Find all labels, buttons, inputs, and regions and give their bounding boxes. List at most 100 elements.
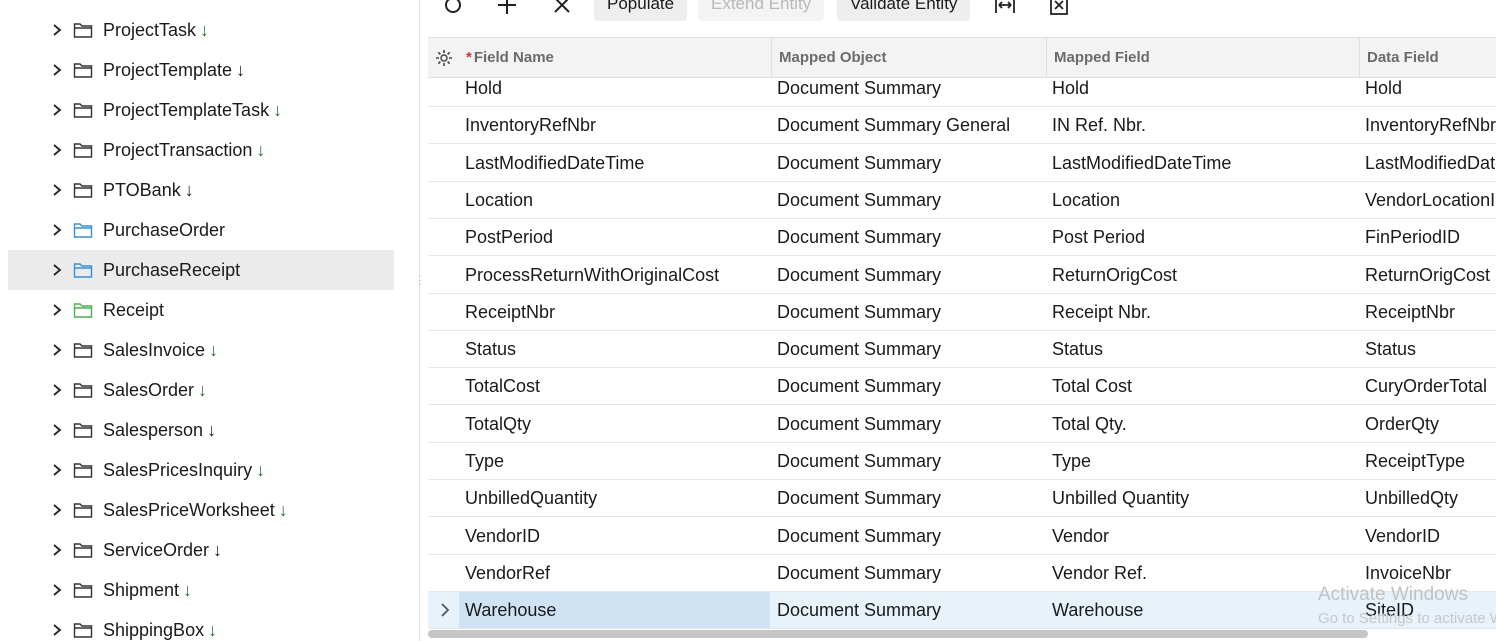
tree-item[interactable]: Receipt xyxy=(8,290,394,330)
mapped-field-cell[interactable]: Post Period xyxy=(1046,219,1359,255)
field-name-cell[interactable]: VendorID xyxy=(459,518,770,554)
mapped-object-cell[interactable]: Document Summary xyxy=(771,443,1046,479)
refresh-icon[interactable] xyxy=(442,0,464,16)
field-name-cell[interactable]: PostPeriod xyxy=(459,219,770,255)
tree-item[interactable]: ShippingBox ↓ xyxy=(8,610,394,641)
tree-item[interactable]: SalesPriceWorksheet ↓ xyxy=(8,490,394,530)
mapped-object-cell[interactable]: Document Summary xyxy=(771,182,1046,218)
chevron-right-icon[interactable] xyxy=(50,63,64,77)
mapped-object-cell[interactable]: Document Summary xyxy=(771,145,1046,181)
tree-item[interactable]: PurchaseOrder xyxy=(8,210,394,250)
mapped-object-cell[interactable]: Document Summary xyxy=(771,518,1046,554)
chevron-right-icon[interactable] xyxy=(50,543,64,557)
field-name-cell[interactable]: VendorRef xyxy=(459,555,770,591)
tree-item[interactable]: Salesperson ↓ xyxy=(8,410,394,450)
field-name-cell[interactable]: InventoryRefNbr xyxy=(459,107,770,143)
mapped-field-cell[interactable]: Vendor xyxy=(1046,518,1359,554)
mapped-field-cell[interactable]: Unbilled Quantity xyxy=(1046,480,1359,516)
validate-entity-button[interactable]: Validate Entity xyxy=(837,0,971,21)
mapped-object-cell[interactable]: Document Summary xyxy=(771,592,1046,628)
chevron-right-icon[interactable] xyxy=(50,223,64,237)
chevron-right-icon[interactable] xyxy=(50,263,64,277)
data-field-cell[interactable]: ReturnOrigCost xyxy=(1359,257,1496,293)
mapped-field-cell[interactable]: Warehouse xyxy=(1046,592,1359,628)
field-name-cell[interactable]: ReceiptNbr xyxy=(459,294,770,330)
tree-item[interactable]: ProjectTemplateTask ↓ xyxy=(8,90,394,130)
mapped-object-cell[interactable]: Document Summary xyxy=(771,219,1046,255)
field-name-cell[interactable]: TotalCost xyxy=(459,368,770,404)
data-field-cell[interactable]: CuryOrderTotal xyxy=(1359,368,1496,404)
chevron-right-icon[interactable] xyxy=(50,503,64,517)
populate-button[interactable]: Populate xyxy=(594,0,688,21)
table-row[interactable]: TotalQty Document Summary Total Qty. OrderQ… xyxy=(428,406,1496,443)
table-row[interactable]: ProcessReturnWithOriginalCost Document Su… xyxy=(428,257,1496,294)
data-field-cell[interactable]: LastModifiedDateTime xyxy=(1359,145,1496,181)
chevron-right-icon[interactable] xyxy=(50,623,64,637)
data-field-cell[interactable]: UnbilledQty xyxy=(1359,480,1496,516)
table-row[interactable]: Hold Document Summary Hold Hold xyxy=(428,70,1496,107)
tree-item[interactable]: ProjectTransaction ↓ xyxy=(8,130,394,170)
data-field-cell[interactable]: ReceiptType xyxy=(1359,443,1496,479)
splitter-handle-icon[interactable]: · · · xyxy=(417,272,423,290)
data-field-cell[interactable]: VendorLocationID xyxy=(1359,182,1496,218)
chevron-right-icon[interactable] xyxy=(50,103,64,117)
table-row[interactable]: Location Document Summary Location VendorLo… xyxy=(428,182,1496,219)
panel-splitter[interactable] xyxy=(419,0,420,641)
mapped-field-cell[interactable]: IN Ref. Nbr. xyxy=(1046,107,1359,143)
mapped-field-cell[interactable]: Status xyxy=(1046,331,1359,367)
mapped-object-cell[interactable]: Document Summary xyxy=(771,368,1046,404)
chevron-right-icon[interactable] xyxy=(50,383,64,397)
table-row[interactable]: Status Document Summary Status Status xyxy=(428,331,1496,369)
add-icon[interactable] xyxy=(496,0,518,16)
mapped-object-cell[interactable]: Document Summary xyxy=(771,331,1046,367)
mapped-field-cell[interactable]: Vendor Ref. xyxy=(1046,555,1359,591)
extend-entity-button[interactable]: Extend Entity xyxy=(698,0,825,21)
field-name-cell[interactable]: Warehouse xyxy=(459,592,770,629)
mapped-field-cell[interactable]: Hold xyxy=(1046,70,1359,106)
mapped-object-cell[interactable]: Document Summary xyxy=(771,294,1046,330)
data-field-cell[interactable]: ReceiptNbr xyxy=(1359,294,1496,330)
field-name-cell[interactable]: TotalQty xyxy=(459,406,770,442)
field-name-cell[interactable]: Type xyxy=(459,443,770,479)
field-name-cell[interactable]: UnbilledQuantity xyxy=(459,480,770,516)
table-row[interactable]: PostPeriod Document Summary Post Period Fin… xyxy=(428,219,1496,257)
mapped-object-cell[interactable]: Document Summary xyxy=(771,555,1046,591)
chevron-right-icon[interactable] xyxy=(50,423,64,437)
mapped-object-cell[interactable]: Document Summary xyxy=(771,480,1046,516)
delete-icon[interactable] xyxy=(551,0,573,16)
mapped-field-cell[interactable]: ReturnOrigCost xyxy=(1046,257,1359,293)
data-field-cell[interactable]: Hold xyxy=(1359,70,1496,106)
horizontal-scrollbar[interactable] xyxy=(428,630,1368,638)
tree-item[interactable]: PTOBank ↓ xyxy=(8,170,394,210)
field-name-cell[interactable]: Location xyxy=(459,182,770,218)
field-name-cell[interactable]: ProcessReturnWithOriginalCost xyxy=(459,257,770,293)
table-row[interactable]: UnbilledQuantity Document Summary Unbilled… xyxy=(428,480,1496,518)
data-field-cell[interactable]: InventoryRefNbr xyxy=(1359,107,1496,143)
chevron-right-icon[interactable] xyxy=(50,303,64,317)
tree-item[interactable]: ServiceOrder ↓ xyxy=(8,530,394,570)
chevron-right-icon[interactable] xyxy=(50,183,64,197)
fit-width-icon[interactable] xyxy=(994,0,1016,16)
data-field-cell[interactable]: OrderQty xyxy=(1359,406,1496,442)
mapped-object-cell[interactable]: Document Summary xyxy=(771,406,1046,442)
mapped-field-cell[interactable]: LastModifiedDateTime xyxy=(1046,145,1359,181)
chevron-right-icon[interactable] xyxy=(50,343,64,357)
table-row[interactable]: InventoryRefNbr Document Summary General I… xyxy=(428,107,1496,145)
tree-item[interactable]: ProjectTask ↓ xyxy=(8,10,394,50)
field-name-cell[interactable]: LastModifiedDateTime xyxy=(459,145,770,181)
chevron-right-icon[interactable] xyxy=(50,143,64,157)
tree-item[interactable]: PurchaseReceipt xyxy=(8,250,394,290)
tree-item[interactable]: ProjectTemplate ↓ xyxy=(8,50,394,90)
tree-item[interactable]: SalesPricesInquiry ↓ xyxy=(8,450,394,490)
data-field-cell[interactable]: VendorID xyxy=(1359,518,1496,554)
table-row[interactable]: TotalCost Document Summary Total Cost CuryO… xyxy=(428,368,1496,406)
data-field-cell[interactable]: Status xyxy=(1359,331,1496,367)
mapped-object-cell[interactable]: Document Summary xyxy=(771,257,1046,293)
table-row[interactable]: VendorID Document Summary Vendor VendorID xyxy=(428,518,1496,555)
chevron-right-icon[interactable] xyxy=(50,583,64,597)
excel-export-icon[interactable] xyxy=(1048,0,1070,16)
mapped-object-cell[interactable]: Document Summary General xyxy=(771,107,1046,143)
table-row[interactable]: Type Document Summary Type ReceiptType xyxy=(428,443,1496,480)
chevron-right-icon[interactable] xyxy=(50,463,64,477)
mapped-field-cell[interactable]: Total Cost xyxy=(1046,368,1359,404)
